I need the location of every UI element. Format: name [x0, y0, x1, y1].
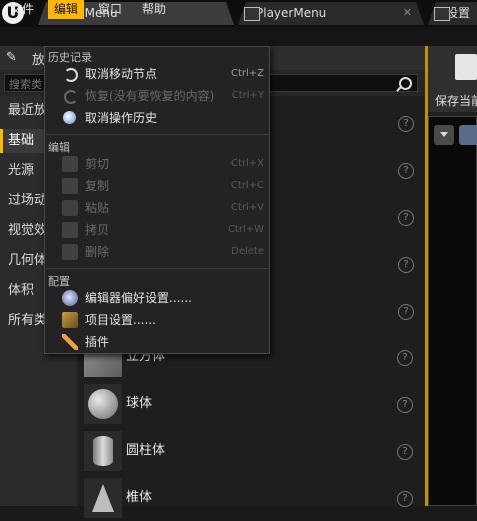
menu-item-label: 拷贝 — [85, 223, 110, 237]
settings-tab-icon — [434, 7, 450, 21]
editor-preferences-icon — [62, 290, 78, 306]
menu-item-undo-history[interactable]: 取消操作历史 — [62, 107, 268, 129]
tab-label: PlayerMenu — [256, 6, 327, 20]
place-mode-icon: ✎ — [6, 50, 17, 65]
viewport[interactable] — [428, 116, 477, 506]
help-icon[interactable]: ? — [398, 116, 414, 132]
project-settings-icon — [62, 312, 78, 328]
history-icon — [63, 111, 76, 124]
list-item-label: 椎体 — [126, 490, 153, 505]
menu-item-label: 取消操作历史 — [85, 111, 158, 125]
perspective-view-icon[interactable] — [459, 125, 477, 145]
save-current-label: 保存当前 — [435, 94, 477, 108]
help-icon[interactable]: ? — [397, 491, 413, 507]
menu-item-cut[interactable]: 剪切 Ctrl+X — [62, 153, 268, 175]
menu-item-shortcut: Delete — [231, 246, 264, 257]
cut-icon — [62, 156, 78, 172]
redo-icon — [64, 90, 78, 104]
help-icon[interactable]: ? — [397, 444, 413, 460]
menu-item-shortcut: Ctrl+X — [230, 158, 264, 169]
menu-item-shortcut: Ctrl+Y — [231, 90, 264, 101]
menu-item-delete[interactable]: 删除 Delete — [62, 241, 268, 263]
help-icon[interactable]: ? — [398, 210, 414, 226]
menu-item-label: 复制 — [85, 179, 110, 193]
viewport-options-dropdown-icon[interactable] — [434, 125, 454, 145]
sphere-icon — [84, 384, 122, 424]
close-tab-icon[interactable]: ✕ — [403, 2, 412, 24]
help-icon[interactable]: ? — [397, 350, 413, 366]
menu-item-undo[interactable]: 取消移动节点 Ctrl+Z — [62, 63, 268, 85]
list-item-cone[interactable]: 椎体 ? — [78, 475, 425, 521]
cylinder-icon — [84, 431, 122, 471]
menu-item-shortcut: Ctrl+W — [227, 224, 264, 235]
menu-help[interactable]: 帮助 — [136, 0, 172, 19]
list-item-label: 圆柱体 — [126, 443, 166, 458]
cone-icon — [84, 478, 122, 518]
menu-file[interactable]: 文件 — [4, 0, 40, 19]
menu-item-shortcut: Ctrl+Z — [230, 68, 264, 79]
paste-icon — [62, 200, 78, 216]
duplicate-icon — [62, 222, 78, 238]
menu-item-paste[interactable]: 粘贴 Ctrl+V — [62, 197, 268, 219]
menu-separator — [46, 134, 268, 135]
menu-item-shortcut: Ctrl+V — [230, 202, 264, 213]
help-icon[interactable]: ? — [397, 397, 413, 413]
widget-blueprint-icon — [244, 7, 260, 21]
menu-item-duplicate[interactable]: 拷贝 Ctrl+W — [62, 219, 268, 241]
plugin-icon — [62, 334, 78, 350]
menu-item-label: 取消移动节点 — [85, 67, 158, 81]
menu-item-label: 插件 — [85, 335, 110, 349]
delete-icon — [62, 244, 78, 260]
menu-item-label: 粘贴 — [85, 201, 110, 215]
undo-icon — [64, 68, 78, 82]
help-icon[interactable]: ? — [398, 257, 414, 273]
menu-item-copy[interactable]: 复制 Ctrl+C — [62, 175, 268, 197]
copy-icon — [62, 178, 78, 194]
save-icon — [455, 54, 477, 80]
help-icon[interactable]: ? — [398, 163, 414, 179]
tab-settings[interactable]: 设置 — [428, 2, 477, 25]
menu-item-redo[interactable]: 恢复(没有要恢复的内容) Ctrl+Y — [62, 85, 268, 107]
menu-item-editor-preferences[interactable]: 编辑器偏好设置...... — [62, 287, 268, 309]
menu-item-label: 剪切 — [85, 157, 110, 171]
menu-item-project-settings[interactable]: 项目设置...... — [62, 309, 268, 331]
menu-item-label: 编辑器偏好设置...... — [85, 291, 192, 305]
menu-bar — [0, 27, 477, 46]
menu-item-label: 删除 — [85, 245, 110, 259]
menu-item-shortcut: Ctrl+C — [230, 180, 264, 191]
menu-item-label: 恢复(没有要恢复的内容) — [85, 89, 215, 103]
tab-playermenu[interactable]: PlayerMenu ✕ — [238, 2, 424, 25]
list-item-sphere[interactable]: 球体 ? — [78, 381, 425, 427]
list-item-label: 球体 — [126, 396, 153, 411]
help-icon[interactable]: ? — [398, 304, 414, 320]
menu-item-label: 项目设置...... — [85, 313, 156, 327]
list-item-cylinder[interactable]: 圆柱体 ? — [78, 428, 425, 474]
menu-window[interactable]: 窗口 — [92, 0, 128, 19]
search-placeholder: 搜索类 — [9, 78, 42, 91]
menu-item-plugins[interactable]: 插件 — [62, 331, 268, 353]
menu-edit[interactable]: 编辑 — [48, 0, 85, 19]
menu-separator — [46, 268, 268, 269]
search-icon — [399, 77, 412, 90]
